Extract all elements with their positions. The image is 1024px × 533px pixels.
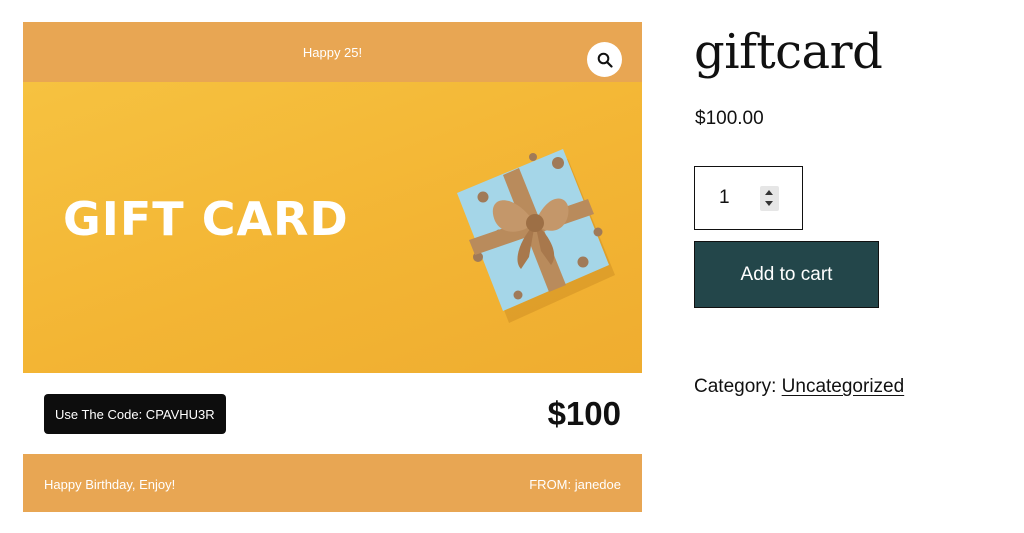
chevron-down-icon[interactable]	[765, 201, 773, 206]
quantity-spinner[interactable]	[760, 186, 779, 211]
card-code-row: Use The Code: CPAVHU3R $100	[23, 373, 642, 454]
gift-box-illustration	[457, 149, 615, 323]
zoom-button[interactable]	[587, 42, 622, 77]
card-footer-band: Happy Birthday, Enjoy! FROM: janedoe	[23, 454, 642, 512]
product-category: Category: Uncategorized	[694, 376, 904, 398]
quantity-stepper[interactable]: 1	[694, 166, 803, 230]
product-title: giftcard	[694, 24, 883, 80]
card-message: Happy Birthday, Enjoy!	[44, 477, 176, 492]
card-header-text: Happy 25!	[302, 44, 363, 60]
quantity-value[interactable]: 1	[719, 187, 730, 209]
chevron-up-icon[interactable]	[765, 190, 773, 195]
gift-card-preview: Happy 25! GIFT CARD Use The Code: CPAVHU…	[23, 22, 642, 512]
category-label: Category:	[694, 376, 777, 397]
gift-card-image-title: GIFT CARD	[63, 192, 349, 246]
add-to-cart-button[interactable]: Add to cart	[694, 241, 879, 308]
category-link[interactable]: Uncategorized	[782, 376, 905, 397]
search-icon	[597, 52, 613, 68]
card-header-band: Happy 25!	[23, 22, 642, 82]
coupon-code-badge: Use The Code: CPAVHU3R	[44, 394, 226, 434]
card-amount: $100	[547, 395, 621, 432]
card-from: FROM: janedoe	[529, 477, 621, 492]
gift-card-image[interactable]: GIFT CARD	[23, 82, 642, 373]
product-price: $100.00	[695, 108, 764, 129]
